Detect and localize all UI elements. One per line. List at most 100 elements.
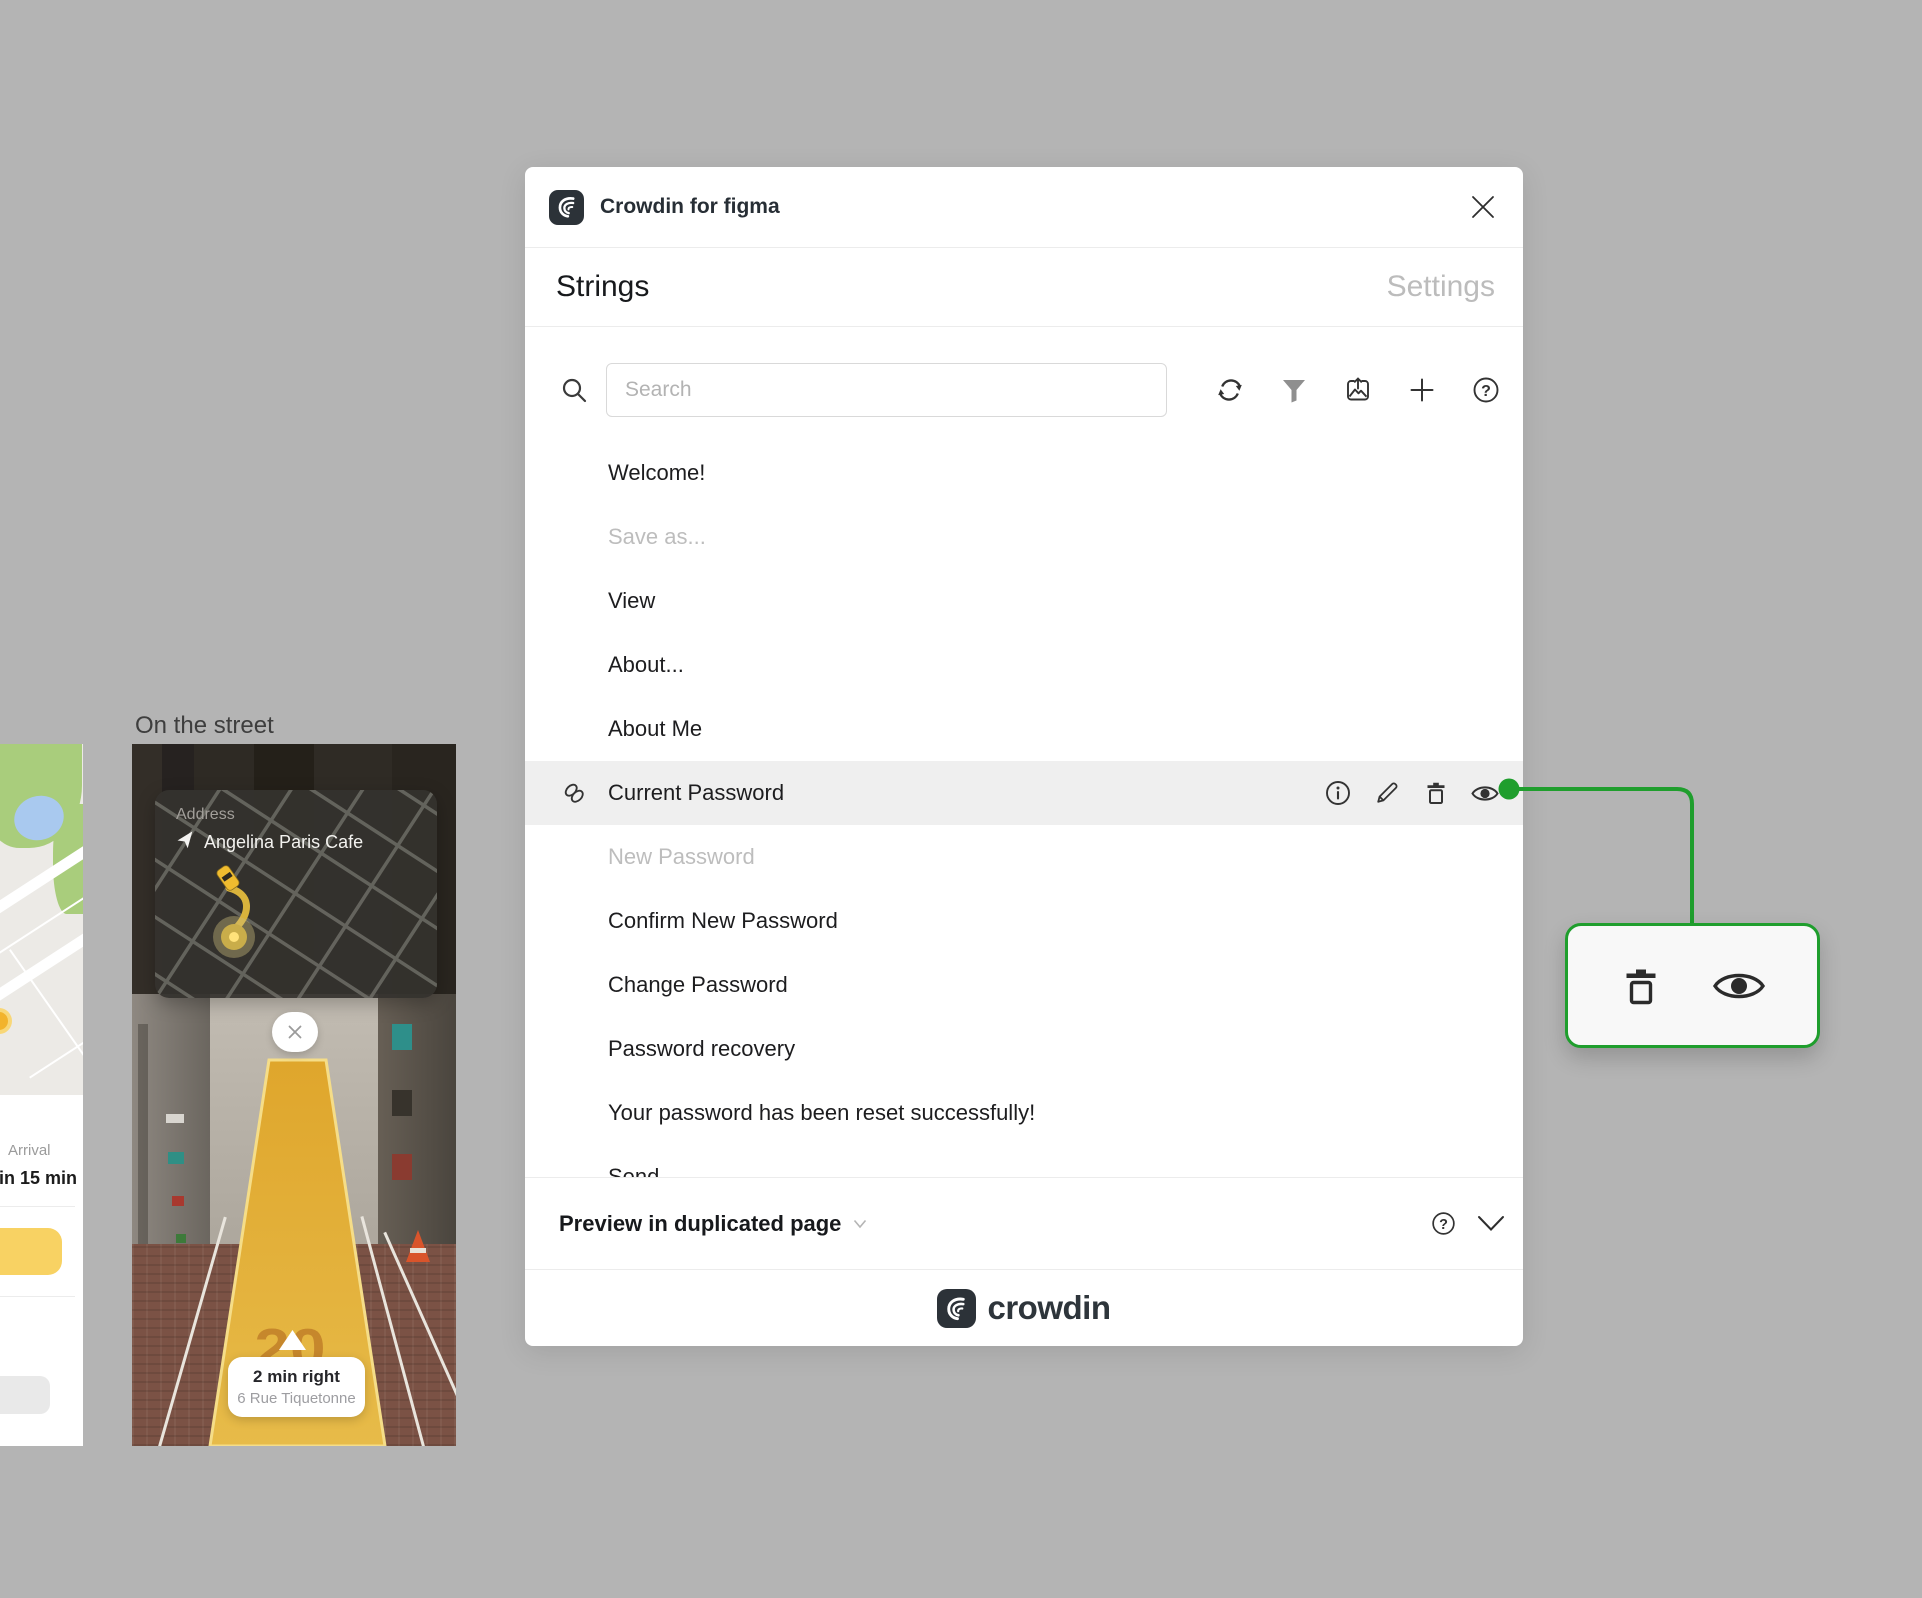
divider xyxy=(0,1206,75,1207)
canvas: On the street Arrival in 15 min Address … xyxy=(0,0,1922,1598)
crowdin-wordmark: crowdin xyxy=(987,1289,1111,1326)
help-icon: ? xyxy=(1431,1212,1455,1235)
string-label: View xyxy=(608,588,656,613)
tab-strings[interactable]: Strings xyxy=(556,270,649,304)
modal-header: Crowdin for figma xyxy=(525,167,1523,247)
close-icon xyxy=(288,1025,302,1039)
address-label: Address xyxy=(176,806,235,823)
preview-bar: Preview in duplicated page ? xyxy=(525,1178,1523,1269)
map-road xyxy=(0,922,83,1013)
svg-text:?: ? xyxy=(1481,383,1491,400)
preview-actions: ? xyxy=(1429,1210,1505,1238)
string-row[interactable]: Change Password xyxy=(525,953,1523,1017)
gray-button[interactable] xyxy=(0,1376,50,1414)
string-info-button[interactable] xyxy=(1323,778,1353,808)
export-image-button[interactable] xyxy=(1341,373,1375,407)
string-label: Send xyxy=(608,1164,660,1177)
search-toolbar: ? xyxy=(525,327,1523,441)
crowdin-plugin-modal: Crowdin for figma Strings Settings Searc… xyxy=(525,167,1523,1346)
string-label: New Password xyxy=(608,844,755,869)
phone-mockup-map: Arrival in 15 min xyxy=(0,744,83,1446)
trash-icon xyxy=(1626,969,1655,1004)
filter-button[interactable] xyxy=(1277,373,1311,407)
direction-title: 2 min right xyxy=(253,1367,340,1386)
string-row[interactable]: Password recovery xyxy=(525,1017,1523,1081)
arrival-label: Arrival xyxy=(8,1142,51,1159)
string-row[interactable]: Welcome! xyxy=(525,441,1523,505)
string-row[interactable]: View xyxy=(525,569,1523,633)
string-visibility-button[interactable] xyxy=(1470,778,1500,808)
string-row[interactable]: Save as... xyxy=(525,505,1523,569)
chevron-down-icon xyxy=(1478,1216,1504,1231)
string-row[interactable]: Confirm New Password xyxy=(525,889,1523,953)
address-map-card: Address Angelina Paris Cafe xyxy=(155,790,437,998)
string-row[interactable]: New Password xyxy=(525,825,1523,889)
help-button[interactable]: ? xyxy=(1469,373,1503,407)
crowdin-logo-icon xyxy=(937,1288,977,1328)
help-icon: ? xyxy=(1473,377,1499,403)
string-label: Change Password xyxy=(608,972,788,997)
strings-list: Welcome! Save as... View About... About … xyxy=(525,441,1523,1177)
string-label: About... xyxy=(608,652,684,677)
add-string-button[interactable] xyxy=(1405,373,1439,407)
string-row[interactable]: About... xyxy=(525,633,1523,697)
sync-button[interactable] xyxy=(1213,373,1247,407)
close-navigation-button[interactable] xyxy=(272,1012,318,1052)
direction-subtitle: 6 Rue Tiquetonne xyxy=(237,1390,356,1407)
preview-mode-label[interactable]: Preview in duplicated page xyxy=(559,1211,841,1237)
string-label: Password recovery xyxy=(608,1036,796,1061)
frame-label: On the street xyxy=(135,712,274,739)
close-icon xyxy=(1472,196,1494,218)
chevron-down-icon[interactable] xyxy=(853,1219,867,1229)
modal-title: Crowdin for figma xyxy=(600,195,780,218)
map-preview xyxy=(0,744,83,1095)
string-edit-button[interactable] xyxy=(1372,778,1402,808)
trash-icon xyxy=(1427,782,1445,804)
link-icon xyxy=(564,783,584,803)
eye-icon xyxy=(1712,973,1765,998)
row-actions xyxy=(1323,778,1500,808)
address-value: Angelina Paris Cafe xyxy=(204,832,364,852)
direction-card: 2 min right 6 Rue Tiquetonne xyxy=(228,1357,365,1417)
modal-footer: crowdin xyxy=(525,1270,1523,1346)
tab-bar: Strings Settings xyxy=(525,248,1523,326)
sync-icon xyxy=(1218,379,1242,401)
string-label: Current Password xyxy=(608,780,785,805)
pencil-icon xyxy=(1377,782,1398,803)
yellow-action-button[interactable] xyxy=(0,1228,62,1275)
tab-settings[interactable]: Settings xyxy=(1387,270,1495,304)
traffic-cone-icon xyxy=(406,1230,430,1262)
string-row-selected[interactable]: Current Password xyxy=(525,761,1523,825)
info-icon xyxy=(1326,781,1350,805)
modal-close-button[interactable] xyxy=(1468,192,1498,222)
string-label: Confirm New Password xyxy=(608,908,838,933)
search-input[interactable] xyxy=(606,363,1167,417)
toggle-visibility-button[interactable] xyxy=(1711,966,1767,1006)
delete-string-button[interactable] xyxy=(1619,964,1663,1008)
plus-icon xyxy=(1410,378,1434,402)
eye-icon xyxy=(1471,785,1499,801)
string-row[interactable]: Send xyxy=(525,1145,1523,1177)
svg-text:?: ? xyxy=(1439,1217,1448,1233)
search-icon xyxy=(562,378,587,403)
divider xyxy=(0,1296,75,1297)
filter-icon xyxy=(1283,380,1305,403)
expand-preview-button[interactable] xyxy=(1477,1210,1505,1238)
preview-help-button[interactable]: ? xyxy=(1429,1210,1457,1238)
phone-mockup-ar-navigation: 20 xyxy=(132,744,456,1446)
navigation-arrow-icon xyxy=(177,831,193,849)
export-image-icon xyxy=(1347,377,1369,401)
string-row[interactable]: About Me xyxy=(525,697,1523,761)
strings-panel: ? Welcome! Save as... View About... Abou… xyxy=(525,327,1523,1177)
string-label: About Me xyxy=(608,716,703,741)
string-label: Save as... xyxy=(608,524,706,549)
string-delete-button[interactable] xyxy=(1421,778,1451,808)
map-position-marker xyxy=(0,1008,12,1034)
string-label: Your password has been reset successfull… xyxy=(608,1100,1036,1125)
string-label: Welcome! xyxy=(608,460,706,485)
string-row[interactable]: Your password has been reset successfull… xyxy=(525,1081,1523,1145)
arrival-time: in 15 min xyxy=(0,1168,78,1188)
toolbar-icons: ? xyxy=(1213,373,1503,407)
crowdin-logo-icon xyxy=(549,189,584,225)
string-actions-popover xyxy=(1565,923,1820,1048)
